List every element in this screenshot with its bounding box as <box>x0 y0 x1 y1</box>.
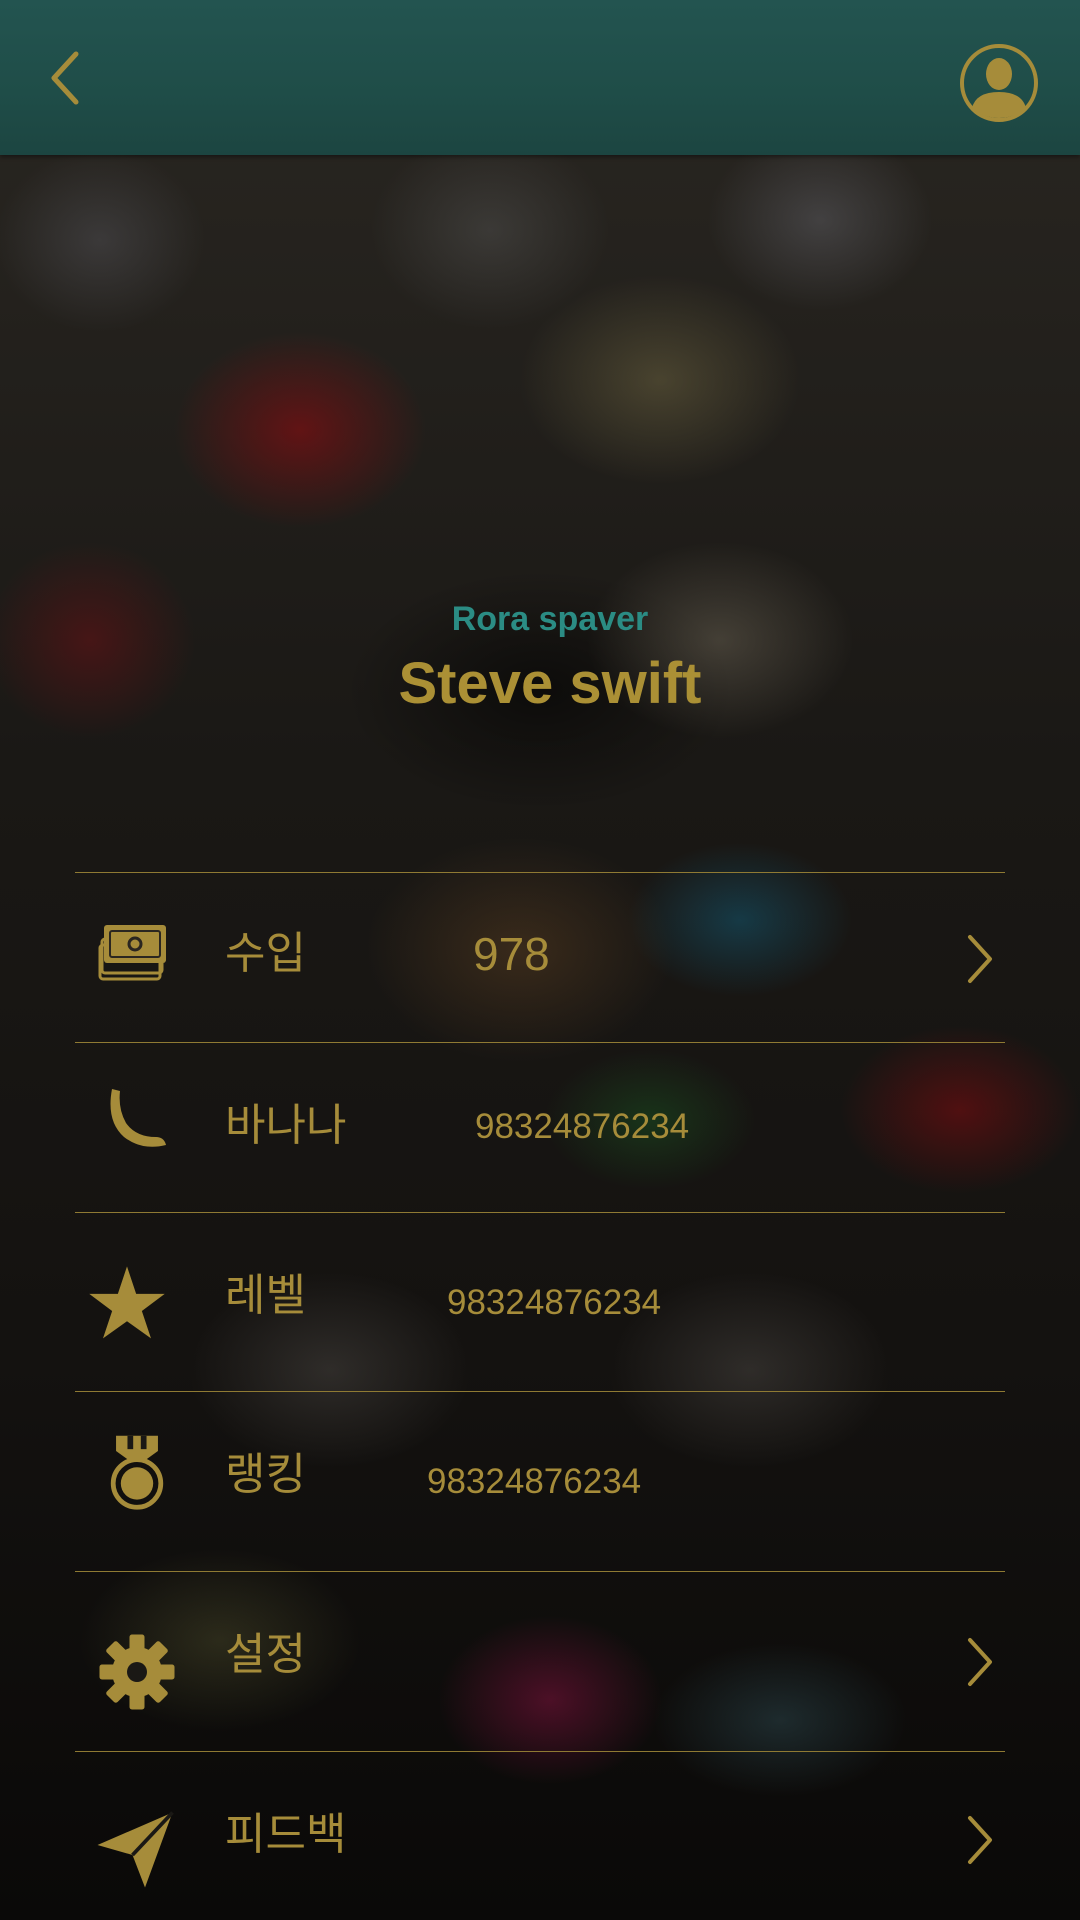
banana-value: 98324876234 <box>475 1107 690 1146</box>
star-icon <box>89 1266 165 1339</box>
menu-item-level[interactable]: 레벨 98324876234 <box>75 1213 1005 1391</box>
user-avatar-icon <box>960 44 1038 122</box>
menu-item-label: 바나나 <box>225 1100 347 1151</box>
gear-icon <box>99 1634 175 1710</box>
top-app-bar <box>0 0 1080 155</box>
menu-item-label: 피드백 <box>225 1809 347 1860</box>
menu-item-banana[interactable]: 바나나 98324876234 <box>75 1043 1005 1211</box>
menu-item-label: 수입 <box>225 928 306 979</box>
banana-icon <box>110 1089 166 1147</box>
back-button[interactable] <box>40 42 90 112</box>
paper-plane-icon <box>97 1811 174 1888</box>
menu-item-income[interactable]: 수입 978 <box>75 873 1005 1041</box>
ranking-value: 98324876234 <box>427 1462 642 1501</box>
chevron-right-icon <box>968 1638 992 1686</box>
menu-item-ranking[interactable]: 랭킹 98324876234 <box>75 1392 1005 1570</box>
money-icon <box>98 925 166 981</box>
profile-subtitle: Rora spaver <box>451 600 649 638</box>
profile-name: Steve swift <box>398 651 702 716</box>
level-value: 98324876234 <box>447 1283 662 1322</box>
menu-item-feedback[interactable]: 피드백 <box>75 1752 1005 1912</box>
menu-item-label: 랭킹 <box>225 1449 306 1500</box>
menu-item-label: 설정 <box>225 1629 306 1680</box>
chevron-right-icon <box>968 1816 992 1864</box>
menu-item-settings[interactable]: 설정 <box>75 1572 1005 1750</box>
chevron-left-icon <box>51 51 79 105</box>
chevron-right-icon <box>968 935 992 983</box>
menu-item-label: 레벨 <box>225 1270 306 1321</box>
medal-icon <box>110 1435 164 1510</box>
income-value: 978 <box>473 928 550 980</box>
profile-button[interactable] <box>958 42 1040 124</box>
